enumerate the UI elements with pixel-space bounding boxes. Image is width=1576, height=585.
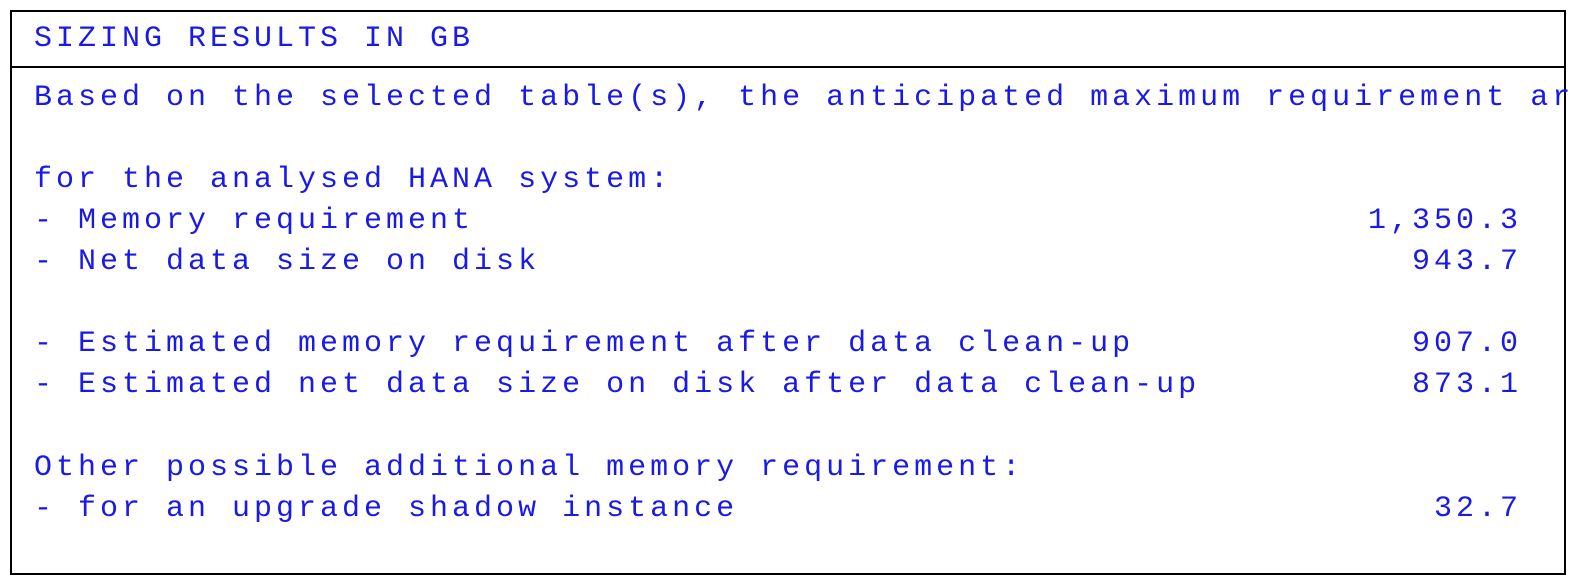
label-memory-requirement: - Memory requirement (34, 201, 474, 242)
label-net-data-disk: - Net data size on disk (34, 242, 540, 283)
value-est-memory-cleanup: 907.0 (1412, 324, 1542, 365)
row-net-data-disk: - Net data size on disk 943.7 (34, 242, 1542, 283)
label-est-disk-cleanup: - Estimated net data size on disk after … (34, 365, 1200, 406)
section-heading-analysed-system: for the analysed HANA system: (34, 160, 1542, 201)
label-shadow-instance: - for an upgrade shadow instance (34, 489, 738, 530)
row-shadow-instance: - for an upgrade shadow instance 32.7 (34, 489, 1542, 530)
sizing-report-box: SIZING RESULTS IN GB Based on the select… (10, 10, 1566, 575)
report-header: SIZING RESULTS IN GB (12, 12, 1564, 68)
label-est-memory-cleanup: - Estimated memory requirement after dat… (34, 324, 1134, 365)
report-body: Based on the selected table(s), the anti… (12, 68, 1564, 540)
value-net-data-disk: 943.7 (1412, 242, 1542, 283)
blank-line (34, 407, 1542, 448)
row-est-memory-cleanup: - Estimated memory requirement after dat… (34, 324, 1542, 365)
value-memory-requirement: 1,350.3 (1368, 201, 1542, 242)
blank-line (34, 119, 1542, 160)
section-heading-additional: Other possible additional memory require… (34, 448, 1542, 489)
report-title: SIZING RESULTS IN GB (34, 22, 1542, 56)
row-est-disk-cleanup: - Estimated net data size on disk after … (34, 365, 1542, 406)
value-shadow-instance: 32.7 (1434, 489, 1542, 530)
row-memory-requirement: - Memory requirement 1,350.3 (34, 201, 1542, 242)
value-est-disk-cleanup: 873.1 (1412, 365, 1542, 406)
blank-line (34, 283, 1542, 324)
intro-text: Based on the selected table(s), the anti… (34, 78, 1542, 119)
